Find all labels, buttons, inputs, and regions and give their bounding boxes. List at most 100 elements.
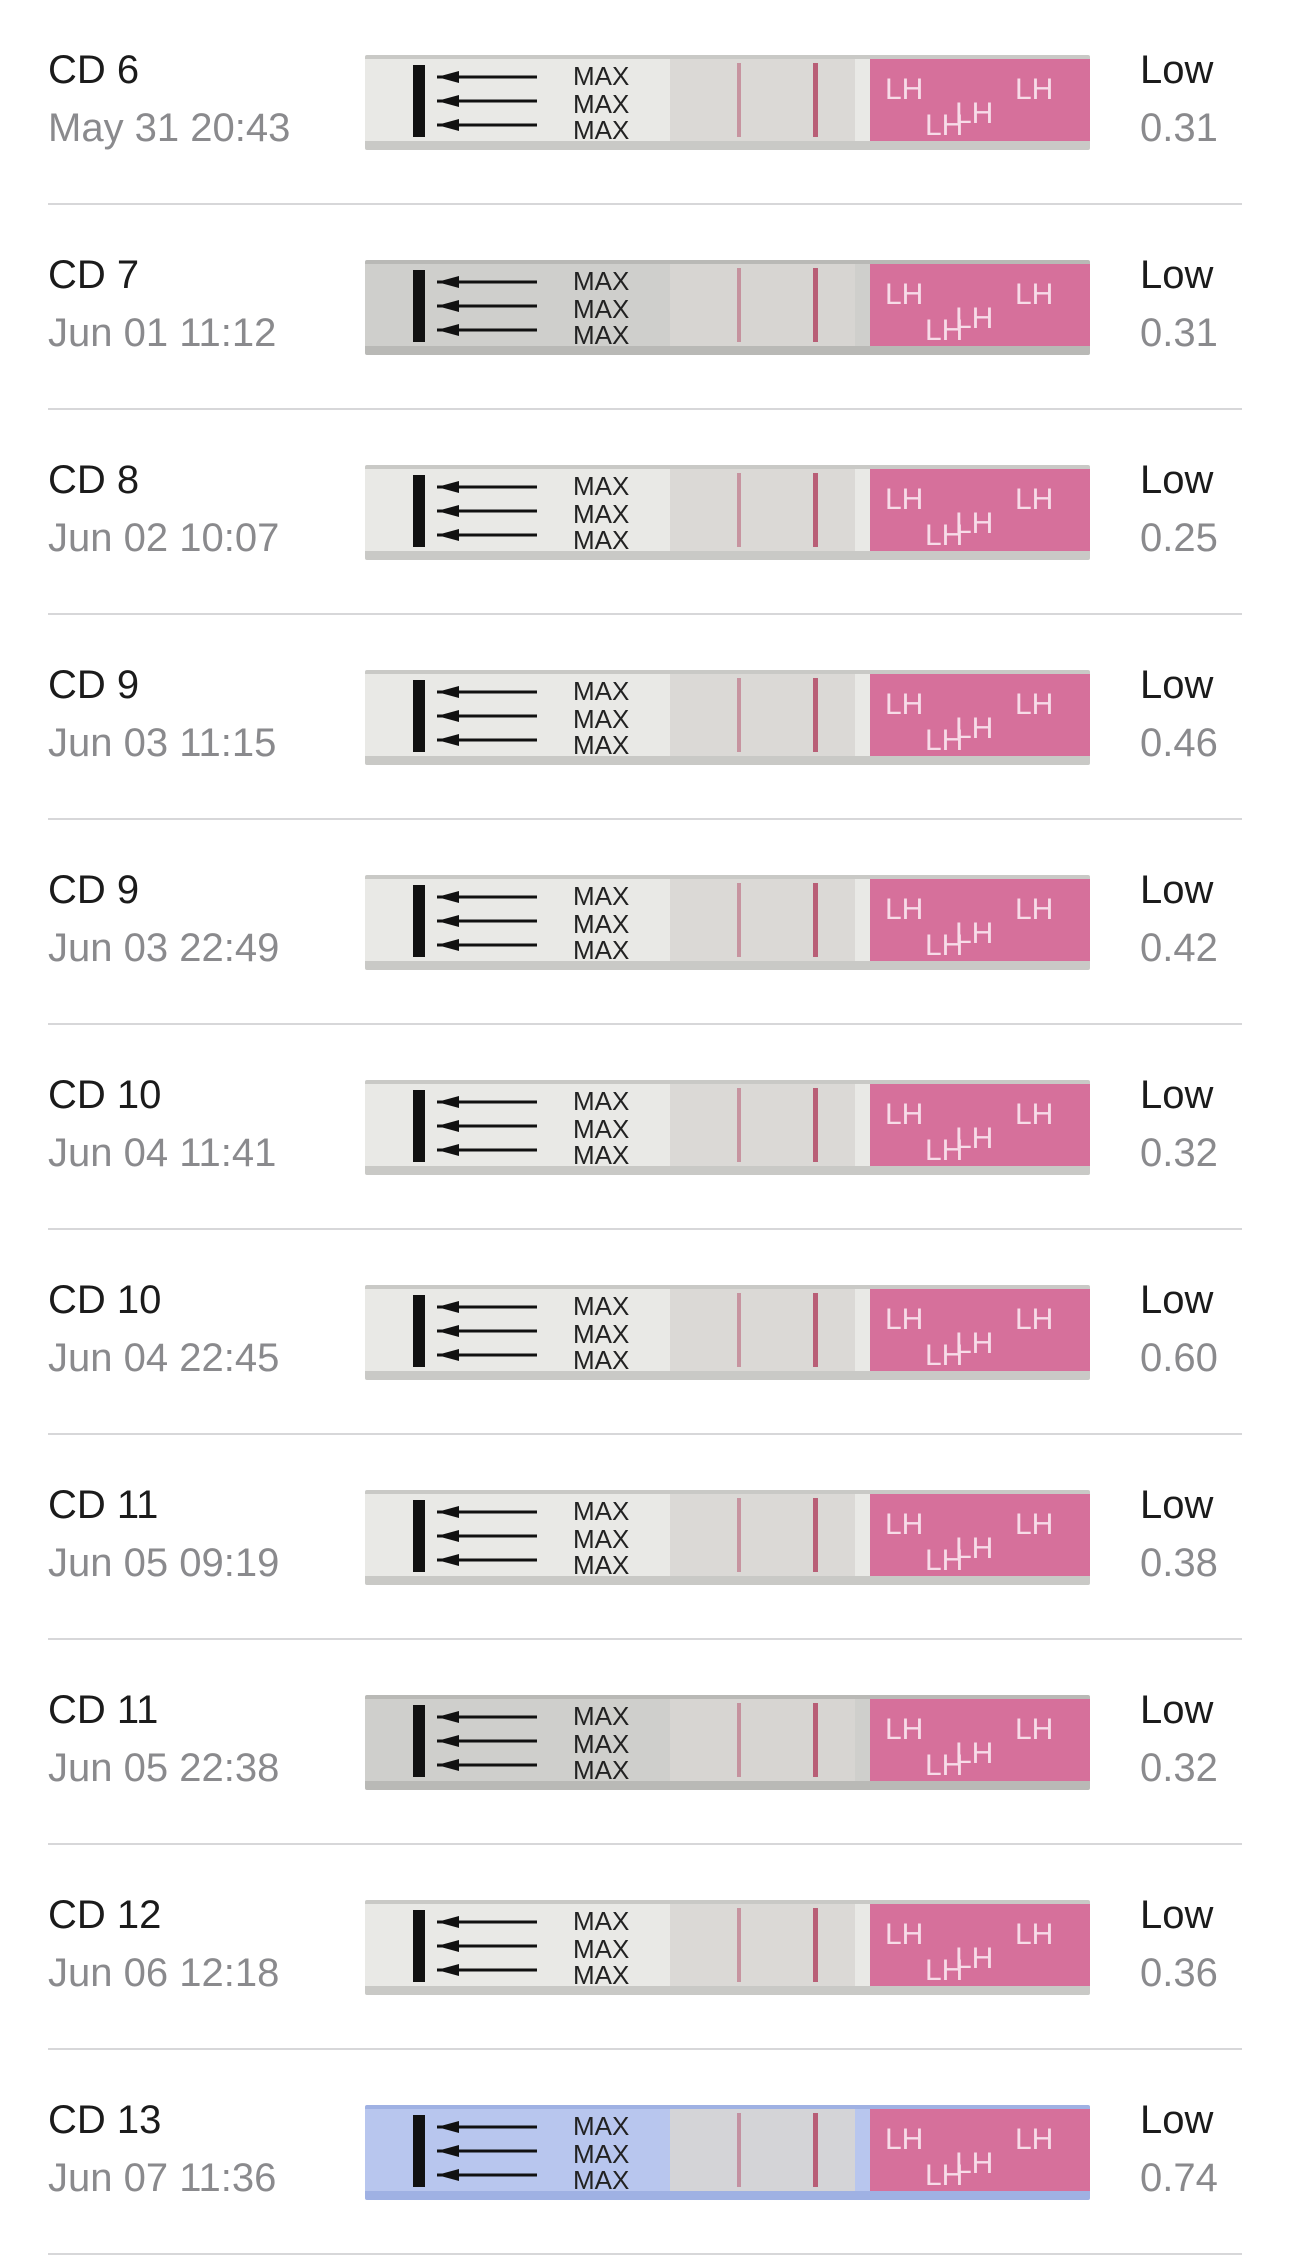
test-line bbox=[737, 2113, 741, 2187]
test-strip-image: MAXMAXMAXLHLHLHLH bbox=[365, 1695, 1090, 1790]
strip-lh-label: LH bbox=[1015, 278, 1053, 311]
test-strip-image: MAXMAXMAXLHLHLHLH bbox=[365, 875, 1090, 970]
test-strip-image: MAXMAXMAXLHLHLHLH bbox=[365, 2105, 1090, 2200]
control-line bbox=[813, 1293, 818, 1367]
cycle-day-label: CD 10 bbox=[48, 1278, 162, 1322]
strip-max-label: MAX bbox=[573, 1960, 629, 1990]
test-entry-row[interactable]: CD 6 May 31 20:43 MAX MAX MAX LH LH LH LH Low 0.31 bbox=[0, 0, 1290, 205]
strip-lh-label: LH bbox=[1015, 1098, 1053, 1131]
strip-lh-label: LH bbox=[925, 1954, 963, 1987]
strip-handle-bar bbox=[413, 885, 425, 957]
test-strip-photo[interactable]: MAX MAX MAX LH LH LH LH bbox=[365, 1285, 1090, 1380]
control-line bbox=[813, 1908, 818, 1982]
test-strip-image: MAXMAXMAXLHLHLHLH bbox=[365, 465, 1090, 560]
test-strip-photo[interactable]: MAX MAX MAX LH LH LH LH bbox=[365, 1490, 1090, 1585]
strip-lh-label: LH bbox=[1015, 1918, 1053, 1951]
test-timestamp: Jun 03 22:49 bbox=[48, 926, 280, 970]
test-entry-row[interactable]: CD 10 Jun 04 22:45 MAX MAX MAX LH LH LH LH Low 0.6… bbox=[0, 1230, 1290, 1435]
strip-lh-label: LH bbox=[885, 1918, 923, 1951]
test-strip-photo[interactable]: MAX MAX MAX LH LH LH LH bbox=[365, 1900, 1090, 1995]
test-strip-image: MAXMAXMAXLHLHLHLH bbox=[365, 1900, 1090, 1995]
test-entry-row[interactable]: CD 9 Jun 03 11:15 MAX MAX MAX LH LH LH LH Low 0.46 bbox=[0, 615, 1290, 820]
control-line bbox=[813, 1088, 818, 1162]
test-timestamp: Jun 03 11:15 bbox=[48, 721, 277, 765]
strip-lh-label: LH bbox=[885, 688, 923, 721]
strip-max-label: MAX bbox=[573, 676, 629, 706]
test-line bbox=[737, 63, 741, 137]
strip-lh-label: LH bbox=[885, 278, 923, 311]
test-entry-row[interactable]: CD 11 Jun 05 09:19 MAX MAX MAX LH LH LH LH Low 0.3… bbox=[0, 1435, 1290, 1640]
test-strip-image: MAXMAXMAXLHLHLHLH bbox=[365, 1080, 1090, 1175]
strip-max-label: MAX bbox=[573, 2165, 629, 2195]
strip-max-label: MAX bbox=[573, 320, 629, 350]
test-strip-photo[interactable]: MAX MAX MAX LH LH LH LH bbox=[365, 260, 1090, 355]
test-strip-photo[interactable]: MAX MAX MAX LH LH LH LH bbox=[365, 875, 1090, 970]
cycle-day-label: CD 6 bbox=[48, 48, 140, 92]
strip-lh-label: LH bbox=[925, 1749, 963, 1782]
test-entry-row[interactable]: CD 9 Jun 03 22:49 MAX MAX MAX LH LH LH LH Low 0.42 bbox=[0, 820, 1290, 1025]
cycle-day-label: CD 9 bbox=[48, 663, 140, 707]
strip-lh-label: LH bbox=[925, 1134, 963, 1167]
strip-lh-label: LH bbox=[1015, 2123, 1053, 2156]
result-ratio-value: 0.31 bbox=[1140, 311, 1218, 355]
strip-lh-label: LH bbox=[885, 1713, 923, 1746]
result-level: Low bbox=[1140, 458, 1214, 502]
test-entry-row[interactable]: CD 10 Jun 04 11:41 MAX MAX MAX LH LH LH LH Low 0.3… bbox=[0, 1025, 1290, 1230]
result-ratio-value: 0.46 bbox=[1140, 721, 1218, 765]
strip-lh-label: LH bbox=[925, 109, 963, 142]
result-ratio-value: 0.42 bbox=[1140, 926, 1218, 970]
test-entry-row[interactable]: CD 11 Jun 05 22:38 MAX MAX MAX LH LH LH LH Low 0.3… bbox=[0, 1640, 1290, 1845]
result-level: Low bbox=[1140, 868, 1214, 912]
result-ratio-value: 0.25 bbox=[1140, 516, 1218, 560]
strip-max-label: MAX bbox=[573, 881, 629, 911]
test-strip-photo[interactable]: MAX MAX MAX LH LH LH LH bbox=[365, 1080, 1090, 1175]
control-line bbox=[813, 1498, 818, 1572]
test-entry-row[interactable]: CD 13 Jun 07 11:36 MAX MAX MAX LH LH LH LH Low 0.7… bbox=[0, 2050, 1290, 2255]
test-strip-photo[interactable]: MAX MAX MAX LH LH LH LH bbox=[365, 1695, 1090, 1790]
result-level: Low bbox=[1140, 1893, 1214, 1937]
test-strip-photo[interactable]: MAX MAX MAX LH LH LH LH bbox=[365, 2105, 1090, 2200]
strip-handle-bar bbox=[413, 2115, 425, 2187]
control-line bbox=[813, 473, 818, 547]
control-line bbox=[813, 2113, 818, 2187]
strip-lh-label: LH bbox=[1015, 73, 1053, 106]
test-entry-row[interactable]: CD 7 Jun 01 11:12 MAX MAX MAX LH LH LH LH Low 0.31 bbox=[0, 205, 1290, 410]
control-line bbox=[813, 1703, 818, 1777]
test-timestamp: Jun 02 10:07 bbox=[48, 516, 280, 560]
test-timestamp: Jun 06 12:18 bbox=[48, 1951, 280, 1995]
test-line bbox=[737, 1498, 741, 1572]
cycle-day-label: CD 8 bbox=[48, 458, 140, 502]
strip-max-label: MAX bbox=[573, 471, 629, 501]
test-entry-row[interactable]: CD 8 Jun 02 10:07 MAX MAX MAX LH LH LH LH Low 0.25 bbox=[0, 410, 1290, 615]
strip-max-label: MAX bbox=[573, 266, 629, 296]
test-strip-photo[interactable]: MAX MAX MAX LH LH LH LH bbox=[365, 670, 1090, 765]
strip-lh-label: LH bbox=[925, 2159, 963, 2192]
test-entry-row[interactable]: CD 12 Jun 06 12:18 MAX MAX MAX LH LH LH LH Low 0.3… bbox=[0, 1845, 1290, 2050]
cycle-day-label: CD 10 bbox=[48, 1073, 162, 1117]
strip-lh-label: LH bbox=[925, 1544, 963, 1577]
test-strip-photo[interactable]: MAX MAX MAX LH LH LH LH bbox=[365, 465, 1090, 560]
test-timestamp: Jun 01 11:12 bbox=[48, 311, 277, 355]
strip-handle-bar bbox=[413, 65, 425, 137]
control-line bbox=[813, 678, 818, 752]
result-level: Low bbox=[1140, 1278, 1214, 1322]
strip-max-label: MAX bbox=[573, 935, 629, 965]
strip-lh-label: LH bbox=[1015, 483, 1053, 516]
strip-lh-label: LH bbox=[885, 1508, 923, 1541]
test-line bbox=[737, 1703, 741, 1777]
strip-max-label: MAX bbox=[573, 1086, 629, 1116]
result-level: Low bbox=[1140, 1483, 1214, 1527]
test-strip-photo[interactable]: MAX MAX MAX LH LH LH LH bbox=[365, 55, 1090, 150]
strip-handle-bar bbox=[413, 270, 425, 342]
test-line bbox=[737, 268, 741, 342]
strip-max-label: MAX bbox=[573, 1496, 629, 1526]
strip-max-label: MAX bbox=[573, 525, 629, 555]
strip-max-label: MAX bbox=[573, 1140, 629, 1170]
result-level: Low bbox=[1140, 1073, 1214, 1117]
test-line bbox=[737, 1908, 741, 1982]
test-timestamp: May 31 20:43 bbox=[48, 106, 291, 150]
test-strip-image: MAXMAXMAXLHLHLHLH bbox=[365, 260, 1090, 355]
test-strip-image: MAXMAXMAXLHLHLHLH bbox=[365, 1285, 1090, 1380]
cycle-day-label: CD 12 bbox=[48, 1893, 162, 1937]
cycle-day-label: CD 11 bbox=[48, 1688, 159, 1732]
